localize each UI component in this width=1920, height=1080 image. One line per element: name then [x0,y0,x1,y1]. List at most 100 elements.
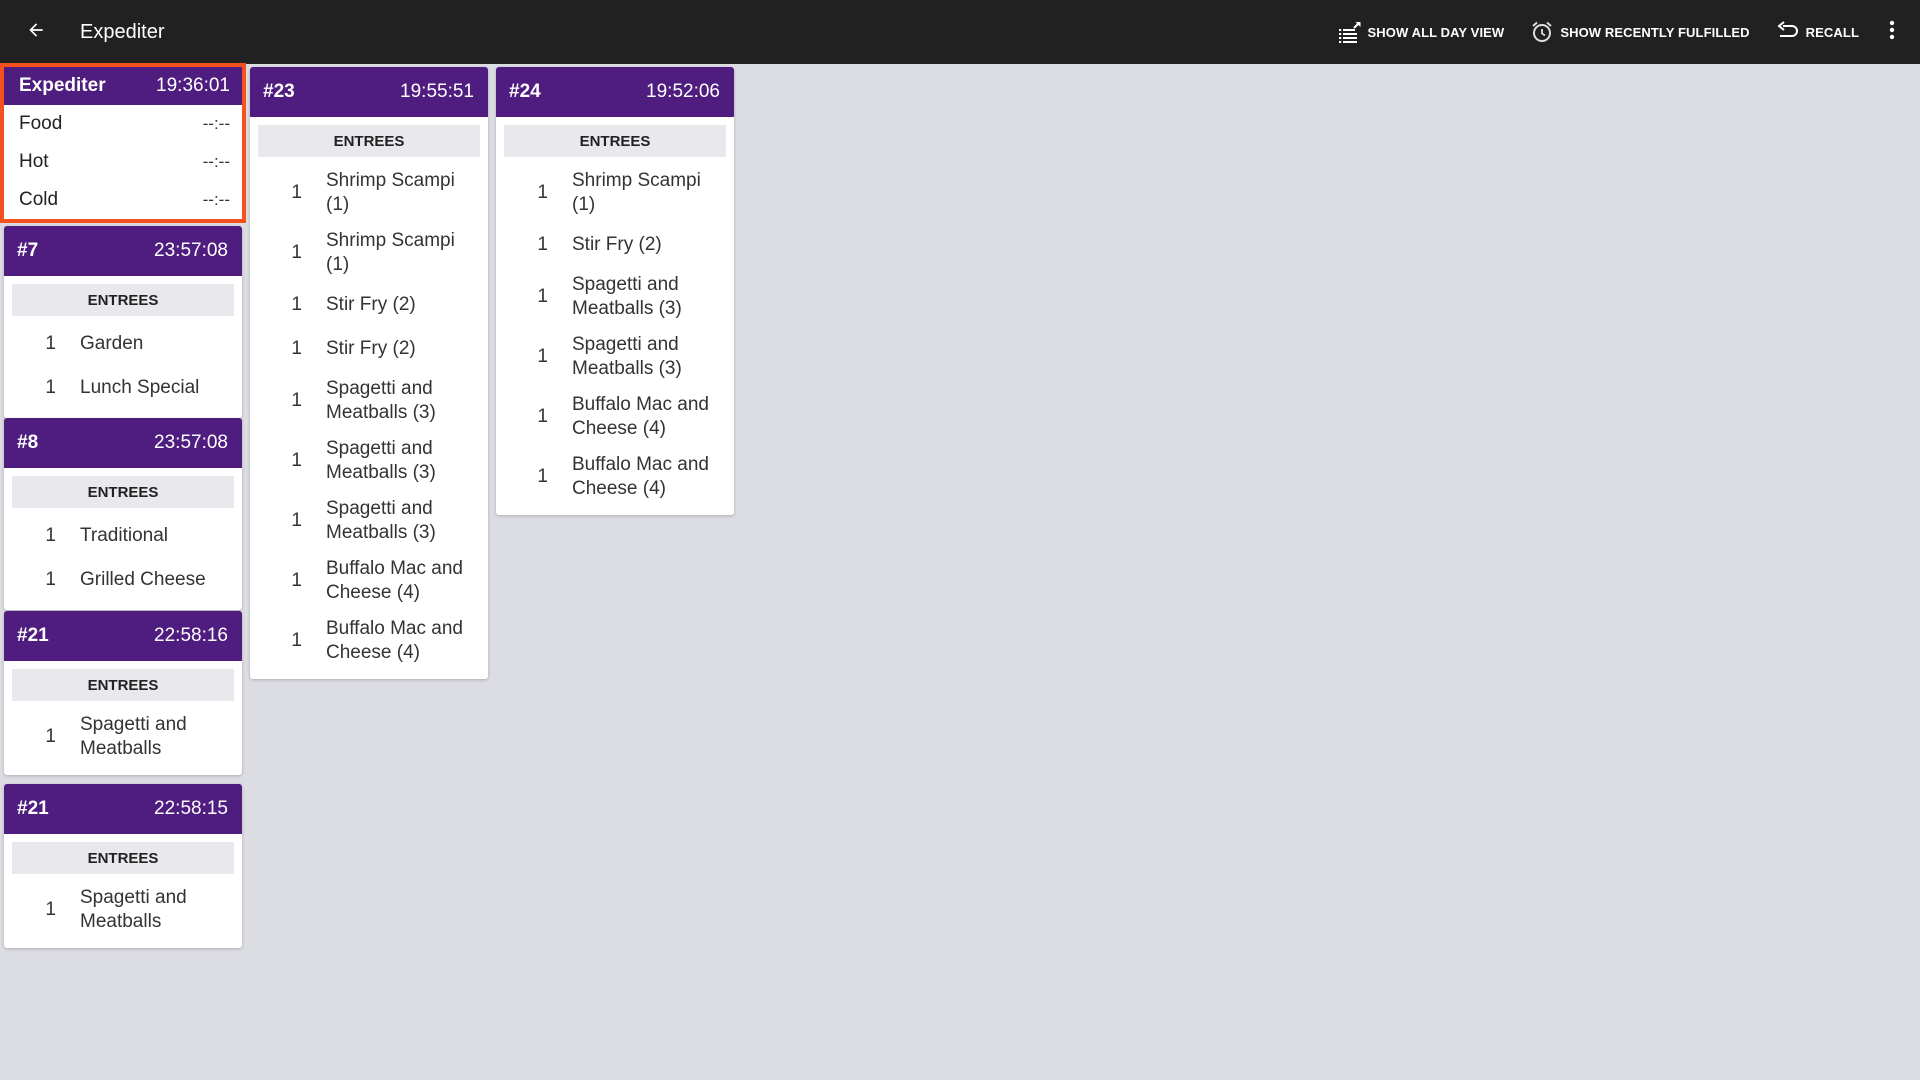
item-quantity: 1 [537,406,548,427]
item-quantity: 1 [291,294,302,315]
order-header: #8 23:57:08 [4,418,242,468]
show-all-day-view-label: SHOW ALL DAY VIEW [1367,24,1505,40]
order-time: 19:52:06 [646,81,720,102]
item-name: Spagetti and Meatballs (3) [326,378,436,423]
order-item[interactable]: 1 Buffalo Mac and Cheese (4) [250,551,488,611]
order-item[interactable]: 1 Buffalo Mac and Cheese (4) [250,611,488,671]
item-list: 1 Spagetti and Meatballs [4,880,242,948]
item-name: Shrimp Scampi (1) [326,230,455,275]
more-options-button[interactable] [1872,12,1912,52]
item-name: Spagetti and Meatballs (3) [572,274,682,319]
order-item[interactable]: 1 Spagetti and Meatballs [4,880,242,940]
order-header: #7 23:57:08 [4,226,242,276]
order-item[interactable]: 1 Traditional [4,514,242,558]
order-item[interactable]: 1 Spagetti and Meatballs (3) [250,431,488,491]
order-item[interactable]: 1 Shrimp Scampi (1) [496,163,734,223]
section-header: ENTREES [12,284,234,316]
order-number: #7 [17,240,39,261]
expediter-summary-card[interactable]: Expediter 19:36:01 Food --:-- Hot --:-- … [0,63,246,223]
order-time: 22:58:16 [154,625,228,646]
order-card[interactable]: #21 22:58:16 ENTREES 1 Spagetti and Meatball… [4,611,242,775]
expediter-time: 19:36:01 [156,75,230,96]
show-all-day-view-button[interactable]: SHOW ALL DAY VIEW [1325,12,1518,52]
item-quantity: 1 [537,466,548,487]
order-time: 22:58:15 [154,798,228,819]
item-list: 1 Shrimp Scampi (1) 1 Shrimp Scampi (1) 1 Sti… [250,163,488,679]
item-quantity: 1 [291,450,302,471]
order-item[interactable]: 1 Shrimp Scampi (1) [250,223,488,283]
order-item[interactable]: 1 Stir Fry (2) [250,283,488,327]
order-header: #24 19:52:06 [496,67,734,117]
recall-label: RECALL [1805,24,1859,40]
section-header: ENTREES [12,669,234,701]
section-header: ENTREES [258,125,480,157]
order-item[interactable]: 1 Buffalo Mac and Cheese (4) [496,387,734,447]
item-quantity: 1 [537,286,548,307]
order-number: #24 [509,81,541,102]
expediter-row-cold: Cold --:-- [4,181,242,219]
order-item[interactable]: 1 Spagetti and Meatballs (3) [250,491,488,551]
item-quantity: 1 [291,242,302,263]
expediter-row-food: Food --:-- [4,105,242,143]
order-item[interactable]: 1 Spagetti and Meatballs (3) [496,327,734,387]
item-quantity: 1 [537,182,548,203]
back-button[interactable] [16,12,56,52]
row-value: --:-- [202,114,230,133]
order-card[interactable]: #21 22:58:15 ENTREES 1 Spagetti and Meatball… [4,784,242,948]
item-quantity: 1 [291,182,302,203]
order-item[interactable]: 1 Spagetti and Meatballs (3) [496,267,734,327]
order-number: #23 [263,81,295,102]
show-recently-fulfilled-button[interactable]: SHOW RECENTLY FULFILLED [1517,12,1762,52]
arrow-back-icon [26,20,46,45]
item-quantity: 1 [291,510,302,531]
item-name: Spagetti and Meatballs (3) [572,334,682,379]
order-item[interactable]: 1 Lunch Special [4,366,242,410]
order-header: #21 22:58:16 [4,611,242,661]
section-header: ENTREES [12,842,234,874]
item-name: Buffalo Mac and Cheese (4) [326,558,463,603]
show-recently-fulfilled-label: SHOW RECENTLY FULFILLED [1560,24,1750,40]
item-name: Buffalo Mac and Cheese (4) [572,454,709,499]
item-name: Stir Fry (2) [572,234,662,255]
item-list: 1 Garden 1 Lunch Special [4,322,242,418]
order-time: 23:57:08 [154,432,228,453]
item-quantity: 1 [291,630,302,651]
order-number: #21 [17,798,49,819]
item-quantity: 1 [45,726,56,747]
order-number: #21 [17,625,49,646]
order-item[interactable]: 1 Grilled Cheese [4,558,242,602]
item-name: Spagetti and Meatballs [80,887,187,932]
list-expand-icon [1338,21,1362,43]
order-item[interactable]: 1 Shrimp Scampi (1) [250,163,488,223]
row-value: --:-- [202,190,230,209]
item-name: Spagetti and Meatballs [80,714,187,759]
item-quantity: 1 [537,234,548,255]
order-card[interactable]: #24 19:52:06 ENTREES 1 Shrimp Scampi (1) 1 Sti… [496,67,734,515]
order-item[interactable]: 1 Garden [4,322,242,366]
toolbar-actions: SHOW ALL DAY VIEW SHOW RECENTLY FULFILLE… [1325,0,1920,64]
order-item[interactable]: 1 Spagetti and Meatballs (3) [250,371,488,431]
order-item[interactable]: 1 Stir Fry (2) [496,223,734,267]
recall-button[interactable]: RECALL [1763,12,1872,52]
order-card[interactable]: #7 23:57:08 ENTREES 1 Garden 1 Lunch Special [4,226,242,418]
order-number: #8 [17,432,39,453]
order-item[interactable]: 1 Spagetti and Meatballs [4,707,242,767]
row-label: Food [19,113,63,134]
page-title: Expediter [80,20,165,43]
item-quantity: 1 [45,333,56,354]
order-time: 23:57:08 [154,240,228,261]
order-item[interactable]: 1 Stir Fry (2) [250,327,488,371]
item-quantity: 1 [45,899,56,920]
order-card[interactable]: #23 19:55:51 ENTREES 1 Shrimp Scampi (1) 1 Shr… [250,67,488,679]
item-name: Shrimp Scampi (1) [572,170,701,215]
alarm-clock-icon [1530,20,1554,44]
section-header: ENTREES [12,476,234,508]
order-item[interactable]: 1 Buffalo Mac and Cheese (4) [496,447,734,507]
item-quantity: 1 [537,346,548,367]
item-name: Shrimp Scampi (1) [326,170,455,215]
order-card[interactable]: #8 23:57:08 ENTREES 1 Traditional 1 Grilled Ch… [4,418,242,610]
item-quantity: 1 [45,569,56,590]
item-list: 1 Traditional 1 Grilled Cheese [4,514,242,610]
item-list: 1 Shrimp Scampi (1) 1 Stir Fry (2) 1 Spagetti… [496,163,734,515]
item-name: Stir Fry (2) [326,294,416,315]
